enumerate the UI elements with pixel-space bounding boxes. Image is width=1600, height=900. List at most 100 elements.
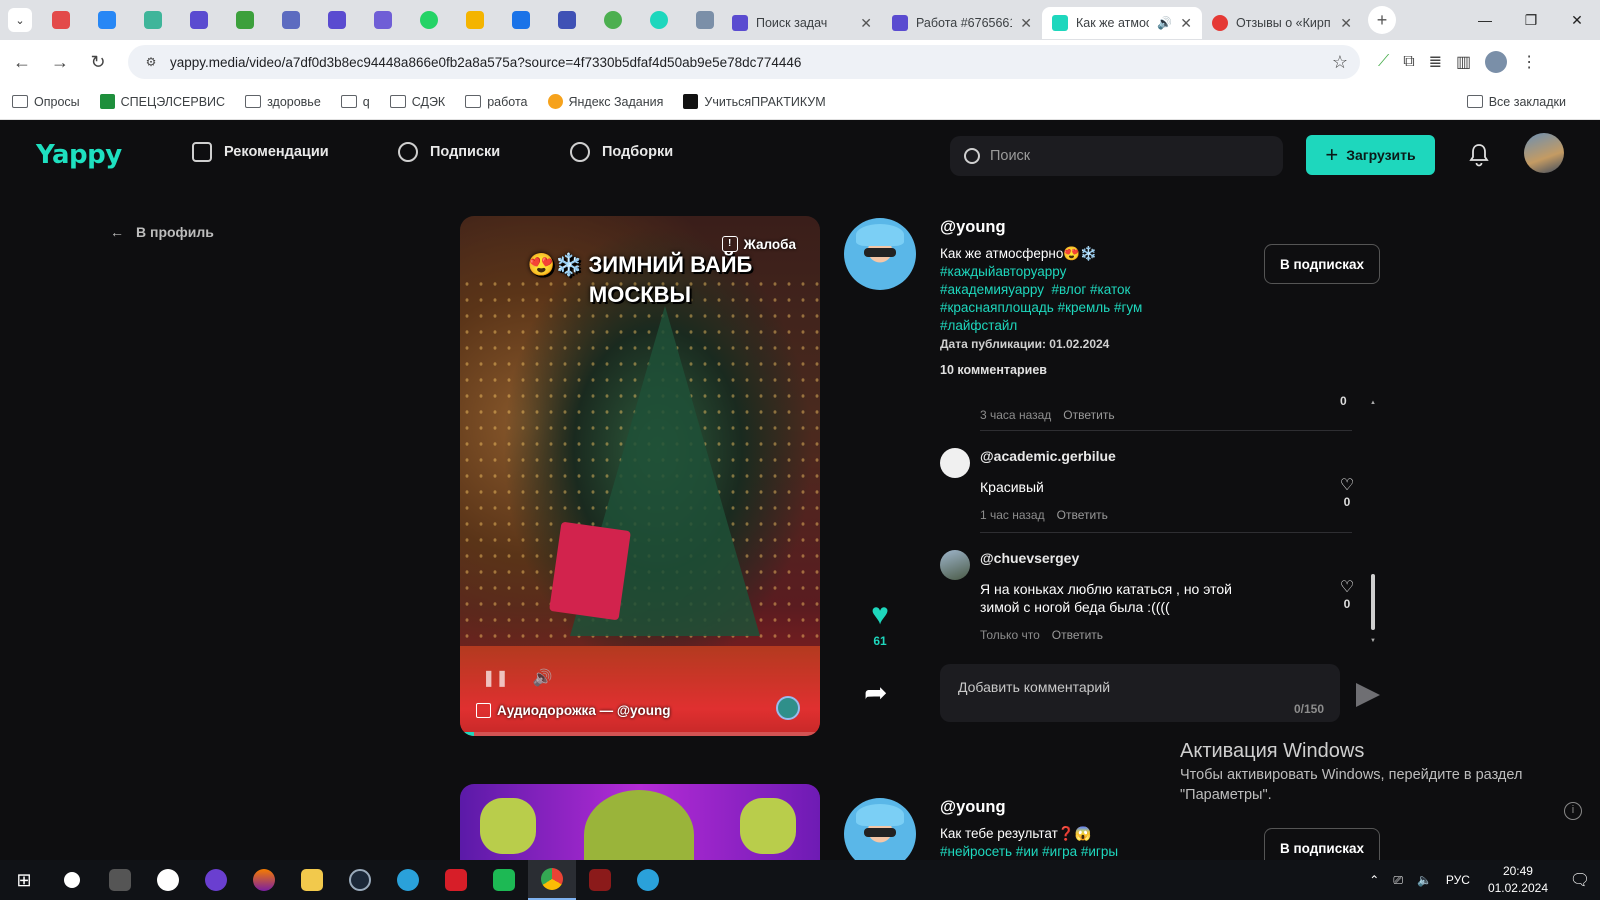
pinned-tab[interactable] — [182, 5, 216, 35]
reply-link[interactable]: Ответить — [1052, 628, 1103, 642]
extensions-puzzle-icon[interactable]: ⧉ — [1403, 53, 1414, 71]
forward-arrow-icon[interactable]: → — [44, 46, 76, 78]
new-tab-button[interactable]: + — [1368, 6, 1396, 34]
author-avatar[interactable] — [844, 218, 916, 290]
taskbar-app-chrome[interactable] — [528, 860, 576, 900]
subscribe-button[interactable]: В подписках — [1264, 244, 1380, 284]
video-progress-bar[interactable] — [460, 732, 820, 736]
address-bar[interactable]: ⚙ yappy.media/video/a7df0d3b8ec94448a866… — [128, 45, 1360, 79]
nav-subscriptions[interactable]: Подписки — [398, 142, 500, 162]
pinned-tab[interactable] — [320, 5, 354, 35]
bookmark-link[interactable]: СПЕЦЭЛСЕРВИС — [99, 94, 225, 109]
bell-icon[interactable] — [1468, 143, 1490, 167]
pinned-tab[interactable] — [90, 5, 124, 35]
language-indicator[interactable]: РУС — [1446, 873, 1470, 887]
pinned-tab[interactable] — [550, 5, 584, 35]
hashtag-line[interactable]: #лайфстайл — [940, 317, 1240, 335]
commenter-avatar[interactable] — [940, 550, 970, 580]
nav-recommendations[interactable]: Рекомендации — [192, 142, 329, 162]
back-to-profile-link[interactable]: ← В профиль — [110, 224, 214, 240]
scroll-down-icon[interactable]: ▼ — [1370, 638, 1376, 644]
taskbar-app[interactable] — [336, 860, 384, 900]
comment-input[interactable] — [958, 672, 1318, 702]
extension-icon[interactable]: ⟋ — [1378, 53, 1389, 71]
pause-icon[interactable]: ❚❚ — [482, 668, 509, 688]
close-icon[interactable]: ✕ — [1180, 15, 1192, 32]
like-button[interactable]: ♥ 61 — [862, 600, 898, 649]
send-icon[interactable] — [1356, 683, 1380, 707]
user-avatar[interactable] — [1524, 133, 1564, 173]
site-settings-icon[interactable]: ⚙ — [140, 51, 162, 73]
post-username[interactable]: @young — [940, 218, 1240, 237]
info-icon[interactable]: i — [1564, 802, 1582, 820]
next-video-thumbnail[interactable] — [460, 784, 820, 860]
pinned-tab[interactable] — [366, 5, 400, 35]
clock[interactable]: 20:49 01.02.2024 — [1488, 863, 1548, 897]
all-bookmarks[interactable]: Все закладки — [1466, 95, 1566, 109]
taskbar-app[interactable] — [144, 860, 192, 900]
nav-collections[interactable]: Подборки — [570, 142, 673, 162]
pinned-tab[interactable] — [412, 5, 446, 35]
comment-author[interactable]: @chuevsergey — [980, 550, 1079, 566]
comment-like-button[interactable]: ♡ 0 — [1338, 478, 1356, 510]
back-arrow-icon[interactable]: ← — [6, 46, 38, 78]
taskbar-app[interactable] — [432, 860, 480, 900]
bookmark-link[interactable]: УчитьсяПРАКТИКУМ — [683, 94, 826, 109]
bookmark-folder[interactable]: работа — [465, 95, 528, 109]
taskbar-app[interactable] — [480, 860, 528, 900]
pinned-tab[interactable] — [596, 5, 630, 35]
taskbar-app[interactable] — [288, 860, 336, 900]
search-input[interactable] — [989, 148, 1269, 164]
music-disc-icon[interactable] — [776, 696, 800, 720]
pinned-tab[interactable] — [136, 5, 170, 35]
profile-avatar-icon[interactable] — [1485, 51, 1508, 73]
bookmark-link[interactable]: Яндекс Задания — [547, 94, 663, 109]
bookmark-folder[interactable]: СДЭК — [389, 95, 445, 109]
taskbar-app[interactable] — [48, 860, 96, 900]
tab-search-dropdown[interactable]: ⌄ — [8, 8, 32, 32]
bookmark-folder[interactable]: здоровье — [245, 95, 321, 109]
taskbar-app[interactable] — [624, 860, 672, 900]
pinned-tab[interactable] — [274, 5, 308, 35]
hashtag-line[interactable]: #краснаяплощадь #кремль #гум — [940, 299, 1240, 317]
video-player[interactable]: 😍❄️ ЗИМНИЙ ВАЙБ МОСКВЫ ! Жалоба ❚❚ 🔊 Ауд… — [460, 216, 820, 736]
pinned-tab[interactable] — [642, 5, 676, 35]
network-icon[interactable]: ⎚ — [1393, 873, 1403, 888]
menu-dots-icon[interactable]: ⋮ — [1521, 52, 1537, 72]
comment-author[interactable]: @academic.gerbilue — [980, 448, 1116, 464]
volume-icon[interactable]: 🔊 — [533, 668, 553, 688]
taskbar-app[interactable] — [240, 860, 288, 900]
reply-link[interactable]: Ответить — [1063, 408, 1114, 422]
pinned-tab[interactable] — [688, 5, 722, 35]
taskbar-app[interactable] — [96, 860, 144, 900]
reply-link[interactable]: Ответить — [1057, 508, 1108, 522]
url-text[interactable]: yappy.media/video/a7df0d3b8ec94448a866e0… — [170, 55, 1332, 70]
minimize-icon[interactable]: — — [1462, 0, 1508, 40]
post-username[interactable]: @young — [940, 798, 1118, 817]
tab-search-tasks[interactable]: Поиск задач ✕ — [722, 7, 882, 39]
scroll-up-icon[interactable]: ▲ — [1370, 400, 1376, 406]
taskbar-app[interactable] — [576, 860, 624, 900]
yappy-logo[interactable]: Yappy — [36, 140, 122, 170]
close-icon[interactable]: ✕ — [860, 15, 872, 32]
close-icon[interactable]: ✕ — [1020, 15, 1032, 32]
pinned-tab[interactable] — [504, 5, 538, 35]
tab-reviews[interactable]: Отзывы о «Кирп ✕ — [1202, 7, 1362, 39]
share-icon[interactable]: ➦ — [864, 676, 887, 709]
audio-track-link[interactable]: Аудиодорожка — @young — [476, 703, 670, 718]
restore-icon[interactable]: ❐ — [1508, 0, 1554, 40]
notifications-icon[interactable]: 🗨 — [1560, 860, 1600, 900]
comments-scrollbar[interactable]: ▲ ▼ — [1370, 400, 1376, 646]
media-control-icon[interactable]: ≣ — [1429, 52, 1442, 72]
hashtag-line[interactable]: #академияуарру #влог #каток — [940, 281, 1240, 299]
pinned-tab[interactable] — [44, 5, 78, 35]
bookmark-folder[interactable]: Опросы — [12, 95, 80, 109]
complaint-button[interactable]: ! Жалоба — [721, 236, 796, 252]
bookmark-star-icon[interactable]: ☆ — [1332, 52, 1348, 73]
taskbar-app[interactable] — [384, 860, 432, 900]
pinned-tab[interactable] — [228, 5, 262, 35]
upload-button[interactable]: + Загрузить — [1306, 135, 1435, 175]
close-window-icon[interactable]: ✕ — [1554, 0, 1600, 40]
bookmark-folder[interactable]: q — [340, 95, 370, 109]
pinned-tab[interactable] — [458, 5, 492, 35]
